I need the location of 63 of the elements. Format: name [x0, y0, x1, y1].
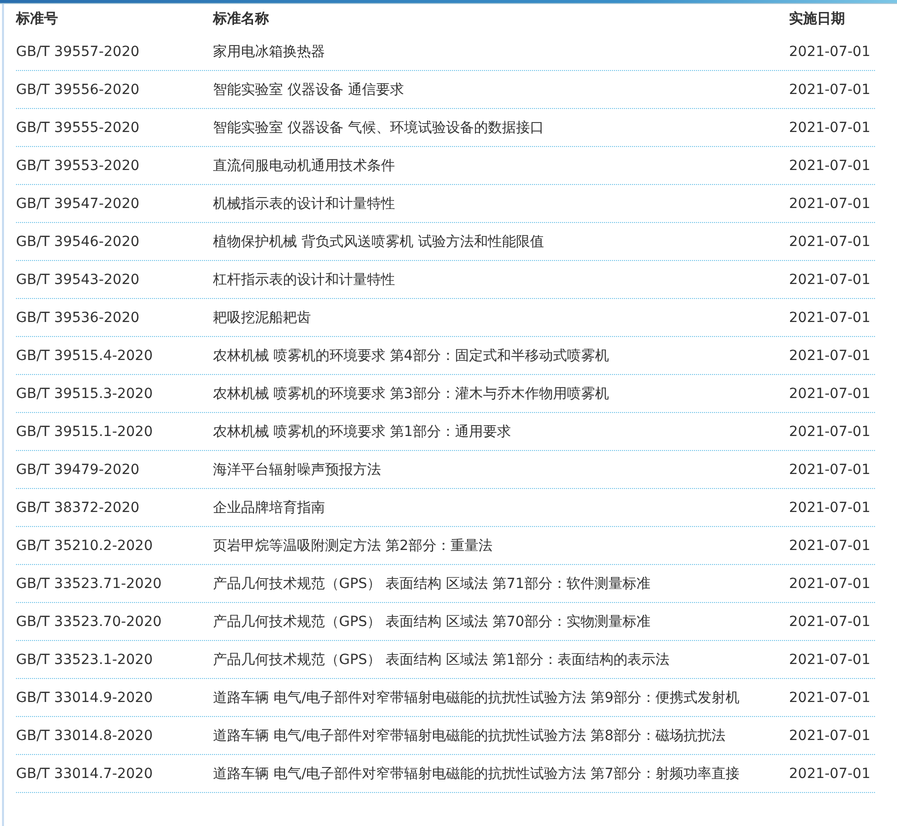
table-cell: 2021-07-01 — [789, 652, 870, 668]
table-cell: 耙吸挖泥船耙齿 — [213, 310, 311, 326]
column-header: 标准名称 — [213, 10, 269, 26]
table-cell: GB/T 33014.8-2020 — [16, 728, 153, 744]
table-cell: 2021-07-01 — [789, 614, 870, 630]
table-cell: 产品几何技术规范（GPS） 表面结构 区域法 第71部分：软件测量标准 — [213, 576, 650, 592]
table-cell: GB/T 33523.70-2020 — [16, 614, 162, 630]
table-cell: 家用电冰箱换热器 — [213, 44, 325, 60]
table-cell: 2021-07-01 — [789, 462, 870, 478]
table-cell: GB/T 39555-2020 — [16, 120, 140, 136]
table-cell: GB/T 39556-2020 — [16, 82, 140, 98]
table-cell: 道路车辆 电气/电子部件对窄带辐射电磁能的抗扰性试验方法 第9部分：便携式发射机 — [213, 690, 740, 706]
table-cell: GB/T 39557-2020 — [16, 44, 140, 60]
table-cell: 智能实验室 仪器设备 通信要求 — [213, 82, 404, 98]
table-cell: 2021-07-01 — [789, 234, 870, 250]
table-cell: 2021-07-01 — [789, 766, 870, 782]
table-cell: GB/T 39515.4-2020 — [16, 348, 153, 364]
table-cell: GB/T 39515.1-2020 — [16, 424, 153, 440]
table-cell: 2021-07-01 — [789, 348, 870, 364]
table-cell: GB/T 33014.7-2020 — [16, 766, 153, 782]
table-cell: 2021-07-01 — [789, 386, 870, 402]
table-cell: GB/T 39515.3-2020 — [16, 386, 153, 402]
table-cell: GB/T 38372-2020 — [16, 500, 140, 516]
table-cell: 植物保护机械 背负式风送喷雾机 试验方法和性能限值 — [213, 234, 544, 250]
table-cell: 直流伺服电动机通用技术条件 — [213, 158, 395, 174]
table-cell: 2021-07-01 — [789, 500, 870, 516]
table-cell: 页岩甲烷等温吸附测定方法 第2部分：重量法 — [213, 538, 492, 554]
table-cell: 产品几何技术规范（GPS） 表面结构 区域法 第1部分：表面结构的表示法 — [213, 652, 670, 668]
table-cell: GB/T 35210.2-2020 — [16, 538, 153, 554]
table-cell: 2021-07-01 — [789, 272, 870, 288]
column-header: 实施日期 — [789, 10, 845, 26]
table-cell: 企业品牌培育指南 — [213, 500, 325, 516]
table-cell: 道路车辆 电气/电子部件对窄带辐射电磁能的抗扰性试验方法 第8部分：磁场抗扰法 — [213, 728, 726, 744]
table-cell: 农林机械 喷雾机的环境要求 第3部分：灌木与乔木作物用喷雾机 — [213, 386, 609, 402]
table-cell: 2021-07-01 — [789, 44, 870, 60]
table-cell: GB/T 33523.71-2020 — [16, 576, 162, 592]
table-cell: GB/T 39547-2020 — [16, 196, 140, 212]
table-cell: 农林机械 喷雾机的环境要求 第1部分：通用要求 — [213, 424, 511, 440]
table-cell: 道路车辆 电气/电子部件对窄带辐射电磁能的抗扰性试验方法 第7部分：射频功率直接 — [213, 766, 740, 782]
table-cell: GB/T 39536-2020 — [16, 310, 140, 326]
table-cell: GB/T 33523.1-2020 — [16, 652, 153, 668]
table-cell: 2021-07-01 — [789, 690, 870, 706]
column-header: 标准号 — [16, 10, 58, 26]
table-cell: GB/T 39543-2020 — [16, 272, 140, 288]
table-cell: GB/T 39479-2020 — [16, 462, 140, 478]
table-cell: 海洋平台辐射噪声预报方法 — [213, 462, 381, 478]
table-cell: 杠杆指示表的设计和计量特性 — [213, 272, 395, 288]
table-cell: 2021-07-01 — [789, 576, 870, 592]
table-cell: 2021-07-01 — [789, 310, 870, 326]
table-cell: 产品几何技术规范（GPS） 表面结构 区域法 第70部分：实物测量标准 — [213, 614, 650, 630]
table-cell: 2021-07-01 — [789, 120, 870, 136]
table-cell: 2021-07-01 — [789, 538, 870, 554]
table-cell: GB/T 39553-2020 — [16, 158, 140, 174]
table-cell: 2021-07-01 — [789, 158, 870, 174]
table-cell: GB/T 39546-2020 — [16, 234, 140, 250]
table-cell: 机械指示表的设计和计量特性 — [213, 196, 395, 212]
table-cell: GB/T 33014.9-2020 — [16, 690, 153, 706]
table-cell: 2021-07-01 — [789, 82, 870, 98]
table-cell: 农林机械 喷雾机的环境要求 第4部分：固定式和半移动式喷雾机 — [213, 348, 609, 364]
table-cell: 智能实验室 仪器设备 气候、环境试验设备的数据接口 — [213, 120, 544, 136]
table-cell: 2021-07-01 — [789, 424, 870, 440]
table-cell: 2021-07-01 — [789, 196, 870, 212]
table-cell: 2021-07-01 — [789, 728, 870, 744]
